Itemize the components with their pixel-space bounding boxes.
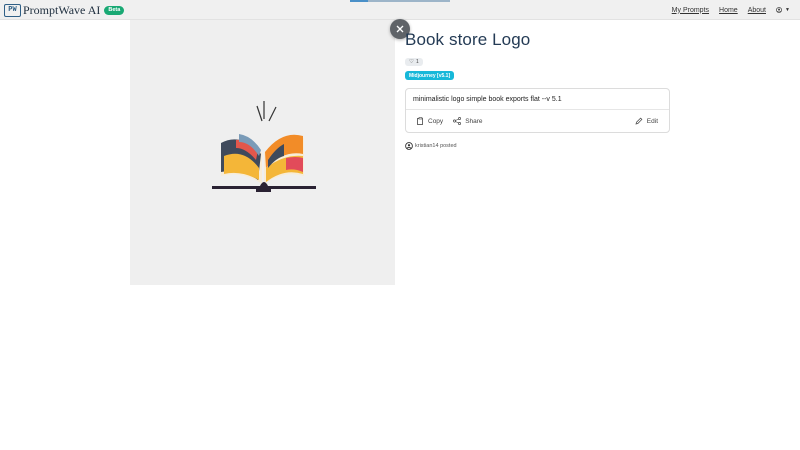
book-logo-image	[212, 101, 316, 192]
edit-button[interactable]: Edit	[630, 115, 663, 127]
posted-by[interactable]: kristian14 posted	[415, 143, 457, 149]
user-menu[interactable]: ▼	[776, 3, 790, 17]
prompt-card: minimalistic logo simple book exports fl…	[405, 88, 670, 133]
share-icon	[453, 117, 462, 125]
logo-icon: PW	[4, 3, 21, 17]
like-button[interactable]: ♡ 1	[405, 58, 423, 66]
user-avatar-icon	[405, 142, 413, 150]
model-badge: Midjourney [v5.1]	[405, 71, 455, 80]
nav-link-home[interactable]: Home	[719, 7, 738, 14]
copy-icon	[417, 117, 423, 125]
prompt-title: Book store Logo	[405, 30, 531, 49]
heart-icon: ♡	[409, 59, 414, 65]
share-label: Share	[465, 117, 483, 125]
like-count: 1	[415, 59, 419, 65]
copy-label: Copy	[428, 117, 444, 125]
nav-links: My Prompts Home About ▼	[672, 3, 790, 17]
nav-link-my-prompts[interactable]: My Prompts	[672, 7, 709, 14]
caret-down-icon: ▼	[785, 7, 790, 13]
user-circle-icon	[776, 7, 782, 13]
prompt-actions: Copy Share Edit	[406, 110, 669, 132]
share-button[interactable]: Share	[448, 115, 487, 127]
beta-badge: Beta	[104, 5, 125, 15]
nav-link-about[interactable]: About	[748, 7, 766, 14]
brand[interactable]: PW PromptWave AI Beta	[4, 2, 125, 17]
app-name: PromptWave AI	[23, 2, 101, 17]
prompt-text: minimalistic logo simple book exports fl…	[406, 89, 669, 110]
prompt-details: Book store Logo ♡ 1 Midjourney [v5.1] mi…	[405, 30, 670, 150]
copy-button[interactable]: Copy	[412, 115, 448, 127]
top-navbar: PW PromptWave AI Beta My Prompts Home Ab…	[0, 0, 800, 20]
pencil-icon	[635, 117, 643, 125]
edit-label: Edit	[646, 117, 658, 125]
prompt-image	[130, 20, 395, 285]
author-line: kristian14 posted	[405, 142, 670, 150]
loading-bar	[350, 0, 450, 2]
close-icon	[396, 25, 404, 33]
